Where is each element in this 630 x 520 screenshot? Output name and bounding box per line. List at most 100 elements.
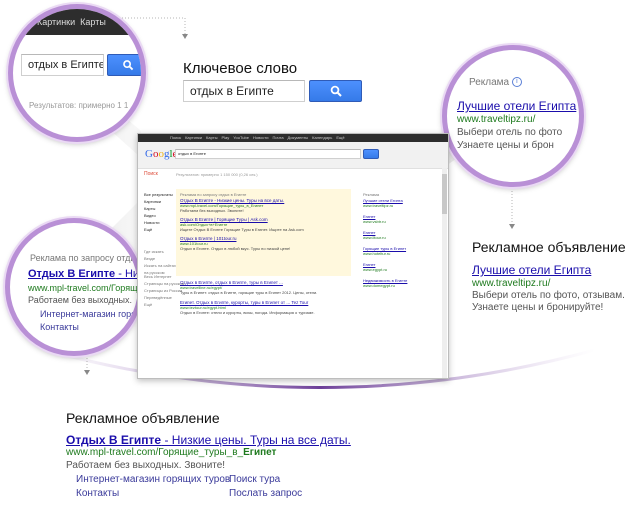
serp-top-ads-list: Отдых В Египте - Низкие цены. Туры на вс… bbox=[180, 198, 350, 255]
serp-right-ad-url: www.vsbtr.ru bbox=[363, 219, 386, 224]
zoom-left-ad-url: www.mpl-travel.com/Горящи bbox=[28, 283, 143, 293]
zoom-left-ad-title[interactable]: Отдых В Египте - Низк bbox=[28, 268, 138, 280]
serp-organic-result: Египет. Отдых в Египте, курорты, туры в … bbox=[180, 300, 350, 315]
serp-search-button[interactable] bbox=[363, 149, 379, 159]
bottom-ad-title-bold: Отдых В Египте bbox=[66, 433, 162, 447]
zoom-left-sitelink-2[interactable]: Контакты bbox=[40, 322, 79, 332]
serp-top-ad-desc: Работаем без выходных. Звоните! bbox=[180, 208, 244, 213]
keyword-title: Ключевое слово bbox=[183, 60, 298, 77]
zoom-topbar-tabs: Картинки Карты bbox=[37, 17, 106, 27]
serp-left-nav: Все результаты Картинки Карты Видео Новости Е… bbox=[144, 192, 174, 234]
right-ad-url: www.traveltipz.ru/ bbox=[472, 278, 551, 289]
serp-topbar-item[interactable]: Картинки bbox=[185, 135, 202, 140]
serp-right-ad-url: www.domegypt.ru bbox=[363, 283, 395, 288]
serp-left-nav-item[interactable]: Весь Интернет bbox=[144, 274, 174, 279]
zoom-left-ad-desc: Работаем без выходных. bbox=[28, 295, 133, 305]
serp-organic-list: Отдых в Египте, отдых в Египте, туры в Е… bbox=[180, 280, 350, 320]
serp-organic-result: Отдых в Египте, отдых в Египте, туры в Е… bbox=[180, 280, 350, 295]
serp-left-nav-item[interactable]: Видео bbox=[144, 213, 174, 218]
serp-search-input[interactable]: отдых в Египте bbox=[175, 149, 361, 159]
serp-topbar-item[interactable]: Новости bbox=[253, 135, 268, 140]
zoom-search-input[interactable]: отдых в Египте bbox=[21, 54, 104, 76]
bottom-ad-title[interactable]: Отдых В Египте - Низкие цены. Туры на вс… bbox=[66, 433, 351, 447]
zoom-circle-search: Картинки Карты отдых в Египте Результато… bbox=[8, 4, 146, 142]
right-ad-heading: Рекламное объявление bbox=[472, 239, 626, 255]
keyword-search-text: отдых в Египте bbox=[190, 84, 274, 98]
zoom-ad-label-row: Реклама i bbox=[469, 77, 522, 88]
serp-left-nav-item[interactable]: Переведённые bbox=[144, 295, 174, 300]
zoom-ad-url: www.traveltipz.ru/ bbox=[457, 114, 536, 125]
serp-right-ad: Горящие туры в Египет www.hoteltur.ru bbox=[363, 246, 438, 256]
serp-left-nav-item[interactable]: Везде bbox=[144, 256, 174, 261]
bottom-sitelink-4[interactable]: Послать запрос bbox=[229, 488, 302, 499]
serp-topbar-item[interactable]: Почта bbox=[272, 135, 283, 140]
serp-top-ad: Отдых В Египте | Горящие Туры | Ask.com a… bbox=[180, 217, 350, 232]
search-icon bbox=[123, 60, 134, 71]
zoom-left-sitelink-1[interactable]: Интернет-магазин горя bbox=[40, 309, 136, 319]
serp-left-nav-item[interactable]: Где искать bbox=[144, 249, 174, 254]
zoom-search-button[interactable] bbox=[107, 54, 141, 76]
bottom-ad-desc: Работаем без выходных. Звоните! bbox=[66, 460, 226, 471]
serp-topbar-item[interactable]: Карты bbox=[206, 135, 217, 140]
serp-topbar-item[interactable]: Документы bbox=[288, 135, 309, 140]
serp-right-ads-list: Лучшие отели Египта www.traveltipz.ru Егип… bbox=[363, 198, 438, 294]
bottom-ad-title-rest: - Низкие цены. Туры на все даты. bbox=[161, 433, 351, 447]
serp-right-ad: Египет www.egypt.ru bbox=[363, 262, 438, 272]
serp-topbar-item[interactable]: YouTube bbox=[233, 135, 249, 140]
serp-results-count: Результатов: примерно 1 150 000 (0,26 се… bbox=[176, 172, 258, 177]
serp-left-nav-item[interactable]: Новости bbox=[144, 220, 174, 225]
serp-topbar-item[interactable]: Play bbox=[221, 135, 229, 140]
serp-top-ad-desc: Ищите Отдых В Египте Горящие Туры в Егип… bbox=[180, 227, 304, 232]
serp-topbar-items: Поиск Картинки Карты Play YouTube Новости Почт… bbox=[170, 135, 349, 141]
serp-left-nav-item[interactable]: Ещё bbox=[144, 227, 174, 232]
right-ad-title[interactable]: Лучшие отели Египта bbox=[472, 263, 591, 277]
serp-left-nav-item[interactable]: Искать на сайтах bbox=[144, 263, 176, 268]
serp-search-text: отдых в Египте bbox=[178, 151, 206, 156]
serp-left-nav-3: Весь Интернет Страницы на русском Страницы… bbox=[144, 274, 184, 309]
serp-right-ad-url: www.hoteltur.ru bbox=[363, 251, 391, 256]
google-logo: Google bbox=[145, 148, 177, 160]
serp-right-ad: Недвижимость в Египте www.domegypt.ru bbox=[363, 278, 438, 288]
zoom-ad-desc-2: Узнаете цены и брон bbox=[457, 140, 554, 151]
keyword-search-button[interactable] bbox=[309, 80, 362, 102]
info-icon: i bbox=[511, 77, 522, 88]
keyword-search-input[interactable]: отдых в Египте bbox=[183, 80, 305, 102]
logo-letter-g: G bbox=[145, 148, 153, 160]
zoom-search-text: отдых в Египте bbox=[28, 59, 104, 71]
zoom-ad-title[interactable]: Лучшие отели Египта bbox=[457, 99, 576, 113]
serp-top-ads-label: Реклама по запросу отдых в Египте bbox=[180, 192, 247, 197]
zoom-circle-top-ad: Реклама по запросу отдых Отдых В Египте … bbox=[5, 218, 143, 356]
bottom-ad-url: www.mpl-travel.com/Горящие_туры_в_Египет bbox=[66, 447, 276, 458]
serp-left-nav-item[interactable]: Все результаты bbox=[144, 192, 174, 197]
bottom-sitelink-1[interactable]: Интернет-магазин горящих туров bbox=[76, 474, 230, 485]
bottom-ad-url-bold: Египет bbox=[243, 447, 277, 458]
zoom-left-ad-label: Реклама по запросу отдых bbox=[30, 253, 142, 263]
zoom-results-count: Результатов: примерно 1 1 bbox=[29, 101, 129, 110]
serp-left-nav-item[interactable]: Картинки bbox=[144, 199, 174, 204]
zoom-ad-desc-1: Выбери отель по фото bbox=[457, 127, 563, 138]
serp-topbar-item[interactable]: Календарь bbox=[312, 135, 332, 140]
serp-header: Google отдых в Египте bbox=[138, 142, 448, 169]
serp-scrollbar-thumb[interactable] bbox=[442, 174, 447, 214]
bottom-sitelink-2[interactable]: Поиск тура bbox=[229, 474, 280, 485]
serp-right-ad-url: www.egypt.ru bbox=[363, 267, 388, 272]
serp-topbar-item[interactable]: Поиск bbox=[170, 135, 181, 140]
serp-right-ad-url: www.traveltipz.ru bbox=[363, 203, 394, 208]
right-ad-desc-1: Выбери отель по фото, отзывам. bbox=[472, 290, 625, 301]
serp-top-ad: Отдых В Египте - Низкие цены. Туры на вс… bbox=[180, 198, 350, 213]
serp-organic-desc: Туры в Египет: отдых в Египте, горящие т… bbox=[180, 290, 318, 295]
serp-topbar: Поиск Картинки Карты Play YouTube Новости Почт… bbox=[138, 134, 448, 142]
zoom-ad-label: Реклама bbox=[469, 77, 510, 88]
serp-topbar-item[interactable]: Ещё bbox=[336, 135, 344, 140]
bottom-ad-heading: Рекламное объявление bbox=[66, 410, 220, 426]
bottom-sitelink-3[interactable]: Контакты bbox=[76, 488, 119, 499]
serp-right-ad: Лучшие отели Египта www.traveltipz.ru bbox=[363, 198, 438, 208]
serp-right-ads-label: Реклама bbox=[363, 192, 380, 197]
right-ad-desc-2: Узнаете цены и бронируйте! bbox=[472, 302, 604, 313]
serp-top-ad-desc: Отдых в Египте. Отдых в любой вкус. Туры… bbox=[180, 246, 291, 251]
serp-left-nav-item[interactable]: Ещё bbox=[144, 302, 174, 307]
serp-left-nav-item[interactable]: Карты bbox=[144, 206, 174, 211]
serp-left-nav-item[interactable]: Страницы из России bbox=[144, 288, 182, 293]
serp-screenshot: Поиск Картинки Карты Play YouTube Новости Почт… bbox=[137, 133, 449, 379]
serp-left-nav-item[interactable]: Страницы на русском bbox=[144, 281, 184, 286]
